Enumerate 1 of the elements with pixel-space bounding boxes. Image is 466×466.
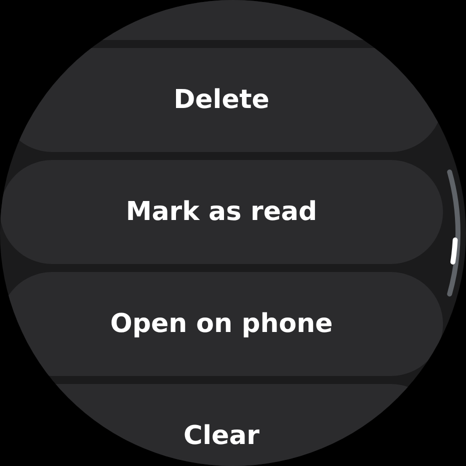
action-button[interactable]: Mark as read bbox=[0, 160, 443, 264]
